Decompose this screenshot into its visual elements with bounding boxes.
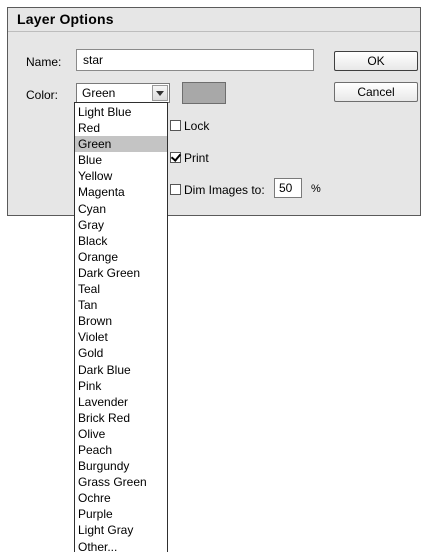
print-checkbox[interactable] [170, 152, 181, 163]
color-option-teal[interactable]: Teal [75, 281, 167, 297]
color-option-dark-green[interactable]: Dark Green [75, 265, 167, 281]
color-select-value: Green [82, 86, 116, 100]
color-option-light-gray[interactable]: Light Gray [75, 522, 167, 538]
dim-images-input[interactable] [274, 178, 302, 198]
page: Layer Options Name: OK Cancel Color: Gre… [0, 0, 427, 552]
color-option-red[interactable]: Red [75, 120, 167, 136]
color-option-yellow[interactable]: Yellow [75, 168, 167, 184]
lock-label[interactable]: Lock [184, 119, 209, 133]
color-option-pink[interactable]: Pink [75, 378, 167, 394]
lock-checkbox[interactable] [170, 120, 181, 131]
color-option-grass-green[interactable]: Grass Green [75, 474, 167, 490]
color-option-violet[interactable]: Violet [75, 329, 167, 345]
color-dropdown-list: Light Blue Red Green Blue Yellow Magenta Cyan G… [74, 102, 168, 552]
color-option-black[interactable]: Black [75, 233, 167, 249]
color-option-magenta[interactable]: Magenta [75, 184, 167, 200]
color-select[interactable]: Green [76, 83, 170, 103]
chevron-down-icon[interactable] [152, 85, 168, 101]
color-option-lavender[interactable]: Lavender [75, 394, 167, 410]
color-option-burgundy[interactable]: Burgundy [75, 458, 167, 474]
color-label: Color: [26, 88, 59, 102]
name-input[interactable] [76, 49, 314, 71]
color-option-peach[interactable]: Peach [75, 442, 167, 458]
color-option-gray[interactable]: Gray [75, 217, 167, 233]
color-swatch[interactable] [182, 82, 226, 104]
color-option-cyan[interactable]: Cyan [75, 201, 167, 217]
color-option-olive[interactable]: Olive [75, 426, 167, 442]
ok-button[interactable]: OK [334, 51, 418, 71]
color-option-dark-blue[interactable]: Dark Blue [75, 362, 167, 378]
color-option-purple[interactable]: Purple [75, 506, 167, 522]
color-option-ochre[interactable]: Ochre [75, 490, 167, 506]
color-option-other[interactable]: Other... [75, 539, 167, 552]
color-option-brick-red[interactable]: Brick Red [75, 410, 167, 426]
color-option-blue[interactable]: Blue [75, 152, 167, 168]
color-option-light-blue[interactable]: Light Blue [75, 104, 167, 120]
color-option-orange[interactable]: Orange [75, 249, 167, 265]
dim-images-label[interactable]: Dim Images to: [184, 183, 265, 197]
dim-images-checkbox[interactable] [170, 184, 181, 195]
name-label: Name: [26, 55, 62, 69]
print-label[interactable]: Print [184, 151, 209, 165]
layer-options-dialog: Layer Options Name: OK Cancel Color: Gre… [7, 7, 421, 216]
percent-label: % [311, 183, 321, 195]
cancel-button[interactable]: Cancel [334, 82, 418, 102]
color-option-brown[interactable]: Brown [75, 313, 167, 329]
dialog-title: Layer Options [17, 11, 114, 27]
color-option-gold[interactable]: Gold [75, 345, 167, 361]
color-option-tan[interactable]: Tan [75, 297, 167, 313]
dialog-titlebar[interactable]: Layer Options [8, 8, 420, 32]
color-option-green[interactable]: Green [75, 136, 167, 153]
